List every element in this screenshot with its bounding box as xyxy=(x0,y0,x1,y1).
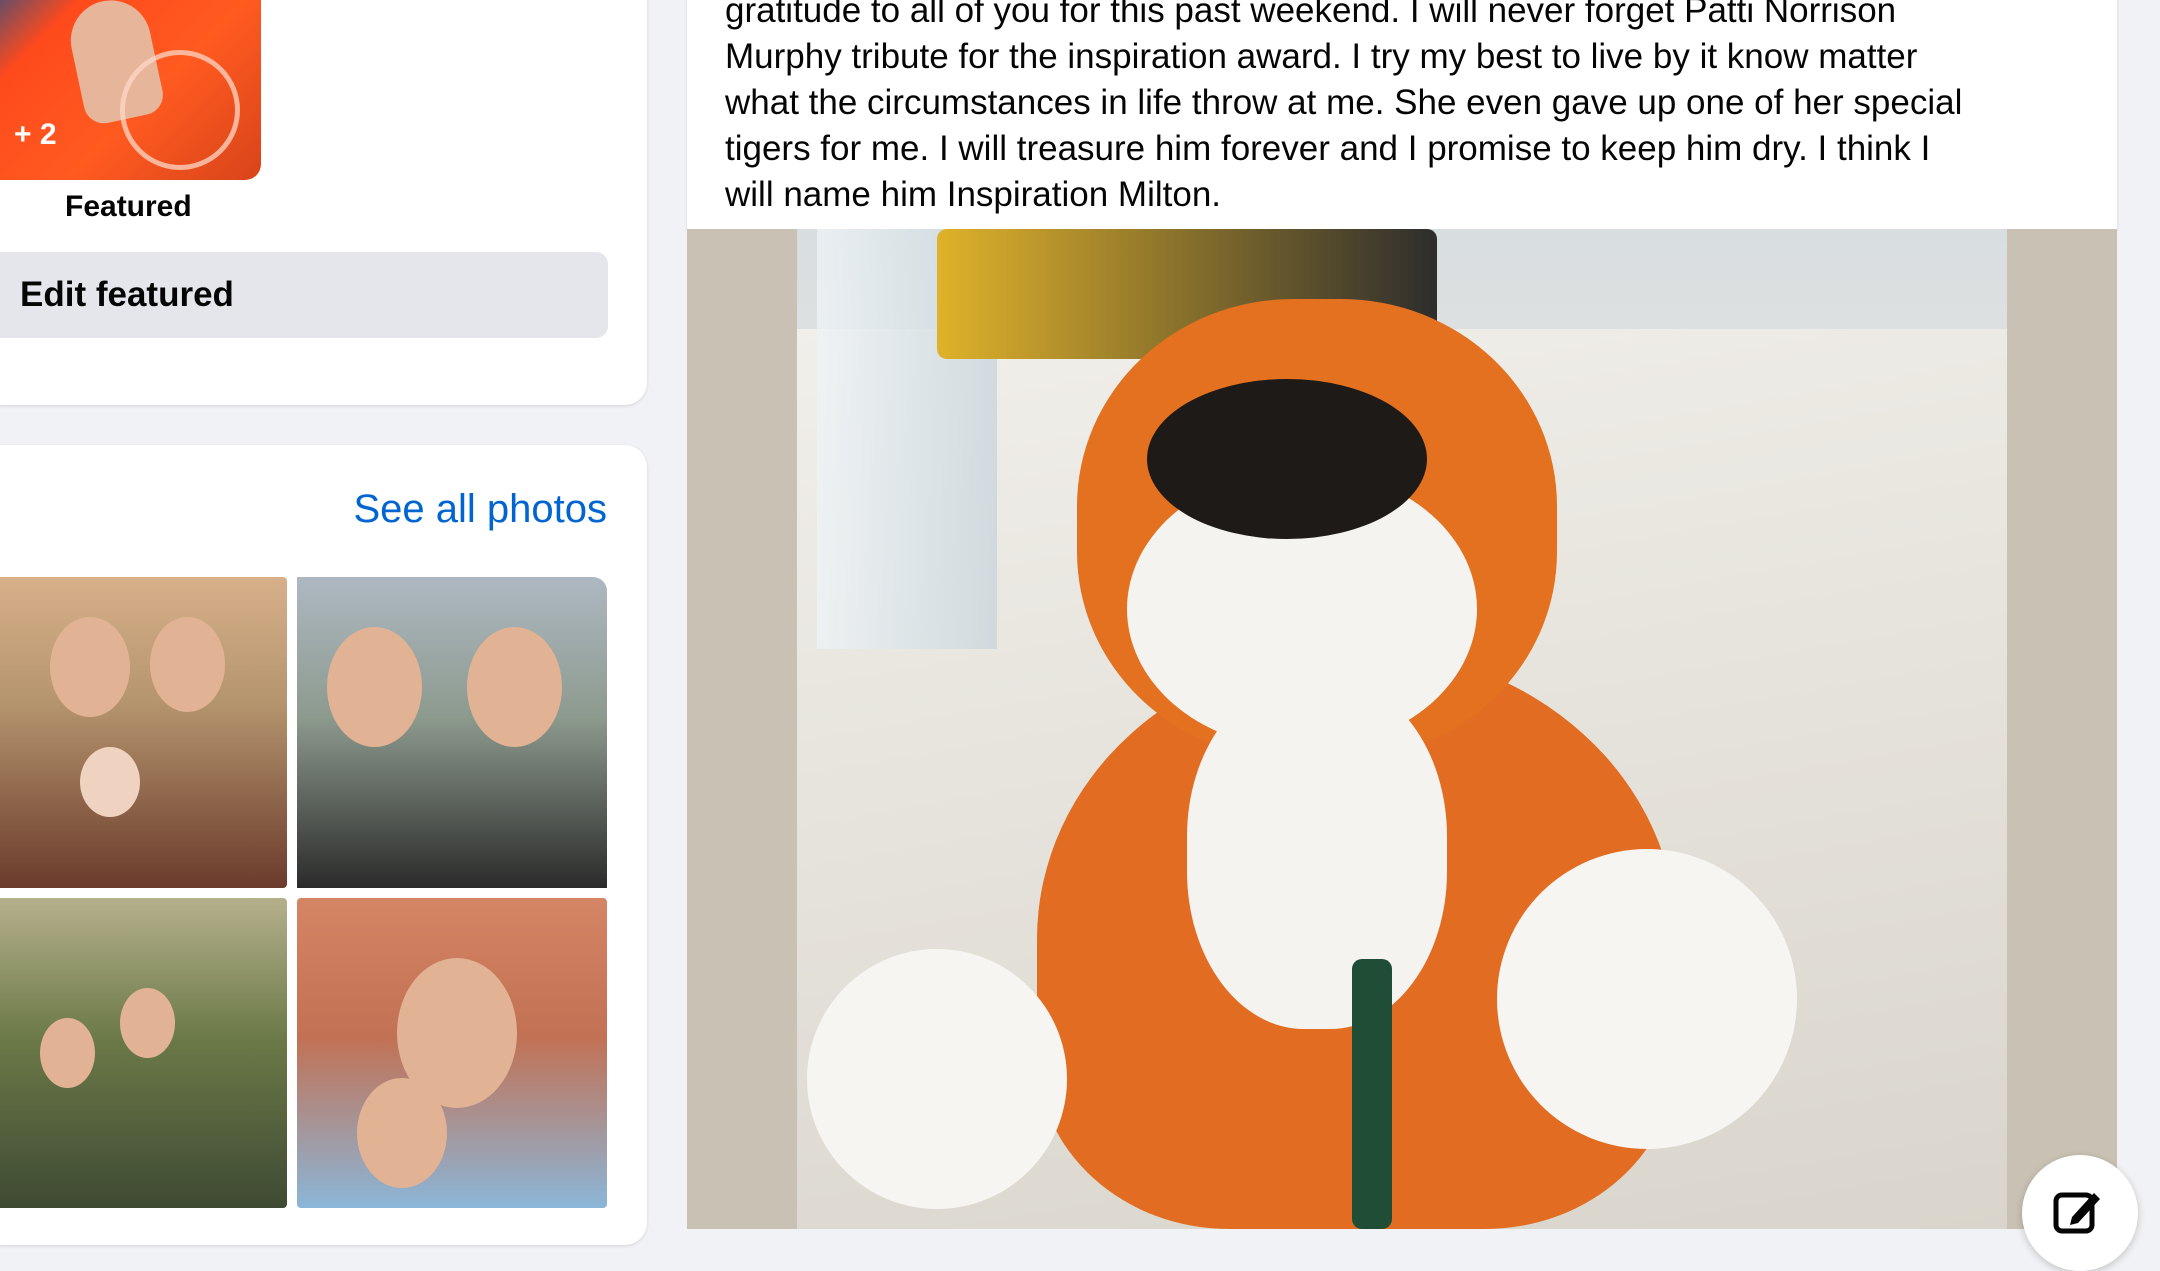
see-all-photos-link[interactable]: See all photos xyxy=(353,487,607,532)
edit-featured-button[interactable]: Edit featured xyxy=(0,252,608,338)
post-text-line: tigers for me. I will treasure him forev… xyxy=(725,129,1931,168)
tiger-foot xyxy=(807,949,1067,1209)
featured-card: + 2 Featured Edit featured xyxy=(0,0,647,405)
face xyxy=(50,617,130,717)
tiger-nose xyxy=(1147,379,1427,539)
photo-thumbnail[interactable] xyxy=(0,898,287,1208)
photo-thumbnail[interactable] xyxy=(0,577,287,888)
face xyxy=(357,1078,447,1188)
featured-label: Featured xyxy=(65,190,192,223)
post-text-line: what the circumstances in life throw at … xyxy=(725,83,1963,122)
post-text-line: will name him Inspiration Milton. xyxy=(725,175,1222,214)
baby-face xyxy=(80,747,140,817)
photo-thumbnail[interactable] xyxy=(297,898,607,1208)
post-card: gratitude to all of you for this past we… xyxy=(687,0,2117,230)
photo-thumbnail[interactable] xyxy=(297,577,607,888)
post-photo[interactable] xyxy=(687,229,2117,1229)
shirt-logo-image xyxy=(120,50,240,170)
face xyxy=(120,988,175,1058)
featured-more-count: + 2 xyxy=(14,118,57,151)
post-text: gratitude to all of you for this past we… xyxy=(725,0,2095,218)
post-text-line: Murphy tribute for the inspiration award… xyxy=(725,37,1918,76)
post-text-line: gratitude to all of you for this past we… xyxy=(725,0,1897,30)
post-photo-image xyxy=(797,229,2007,1229)
face xyxy=(467,627,562,747)
tiger-belly xyxy=(1187,679,1447,1029)
featured-thumbnail[interactable]: + 2 xyxy=(0,0,261,180)
photos-card: See all photos xyxy=(0,445,647,1245)
face xyxy=(40,1018,95,1088)
graduation-tassel xyxy=(1352,959,1392,1229)
tiger-foot xyxy=(1497,849,1797,1149)
face xyxy=(327,627,422,747)
face xyxy=(150,617,225,712)
compose-button[interactable] xyxy=(2022,1155,2138,1271)
